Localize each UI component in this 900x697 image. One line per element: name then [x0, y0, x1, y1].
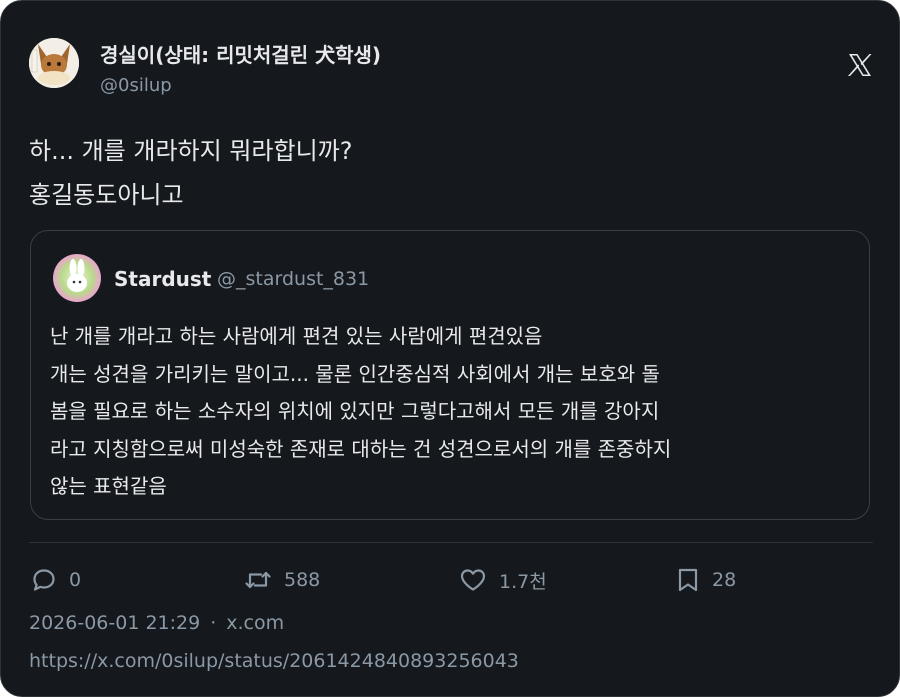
divider: [29, 542, 873, 543]
like-button[interactable]: 1.7천: [459, 564, 547, 596]
quote-line: 않는 표현같음: [50, 474, 167, 498]
quoted-tweet[interactable]: Stardust @_stardust_831 난 개를 개라고 하는 사람에게…: [30, 230, 870, 520]
tweet-meta: 2026-06-01 21:29 · x.com: [29, 612, 284, 634]
bookmark-count: 28: [712, 569, 737, 591]
quote-author-handle[interactable]: @_stardust_831: [217, 268, 369, 290]
quote-avatar[interactable]: [53, 254, 101, 302]
bookmark-button[interactable]: 28: [676, 564, 736, 596]
tweet-line: 하... 개를 개라하지 뭐라합니까?: [29, 137, 353, 165]
author-name[interactable]: 경실이(상태: 리밋처걸린 犬학생): [100, 39, 381, 68]
tweet-card: 경실이(상태: 리밋처걸린 犬학생) @0silup 하... 개를 개라하지 …: [0, 0, 900, 697]
heart-icon: [459, 567, 487, 593]
meta-separator: ·: [210, 612, 217, 634]
reply-button[interactable]: 0: [31, 564, 81, 596]
retweet-count: 588: [284, 569, 321, 591]
timestamp[interactable]: 2026-06-01 21:29: [29, 612, 200, 634]
author-handle[interactable]: @0silup: [100, 75, 172, 96]
reply-count: 0: [69, 569, 82, 591]
retweet-button[interactable]: 588: [244, 564, 320, 596]
quote-line: 난 개를 개라고 하는 사람에게 편견 있는 사람에게 편견있음: [50, 324, 543, 348]
tweet-url[interactable]: https://x.com/0silup/status/206142484089…: [29, 650, 519, 672]
quote-author-name[interactable]: Stardust: [114, 267, 211, 291]
like-count: 1.7천: [499, 570, 547, 593]
tweet-text: 하... 개를 개라하지 뭐라합니까? 홍길동도아니고: [29, 129, 352, 217]
retweet-icon: [244, 567, 272, 593]
bookmark-icon: [676, 567, 700, 593]
source-link[interactable]: x.com: [226, 612, 284, 634]
quote-line: 개는 성견을 가리키는 말이고... 물론 인간중심적 사회에서 개는 보호와 …: [50, 361, 660, 386]
quote-text: 난 개를 개라고 하는 사람에게 편견 있는 사람에게 편견있음 개는 성견을 …: [50, 318, 671, 506]
quote-line: 라고 지칭함으로써 미성숙한 존재로 대하는 건 성견으로서의 개를 존중하지: [50, 436, 672, 461]
tweet-line: 홍길동도아니고: [29, 181, 184, 209]
quote-line: 봄을 필요로 하는 소수자의 위치에 있지만 그렇다고해서 모든 개를 강아지: [50, 399, 660, 423]
author-avatar[interactable]: [29, 38, 79, 88]
x-logo-icon[interactable]: [845, 50, 875, 80]
reply-icon: [31, 567, 57, 593]
